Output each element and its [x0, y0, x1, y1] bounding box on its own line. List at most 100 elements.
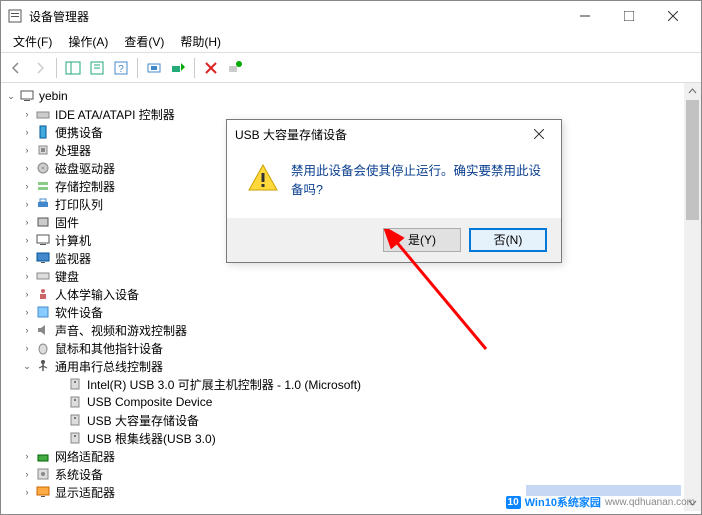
tree-item-label: 网络适配器: [55, 448, 115, 465]
tree-child-item[interactable]: USB 根集线器(USB 3.0): [3, 429, 682, 447]
tree-item[interactable]: › 键盘: [3, 267, 682, 285]
expand-icon[interactable]: ›: [21, 108, 33, 120]
properties-button[interactable]: [86, 57, 108, 79]
menu-view[interactable]: 查看(V): [116, 31, 172, 52]
tree-item-label: 计算机: [55, 232, 91, 249]
window-title: 设备管理器: [29, 8, 563, 25]
tree-root[interactable]: ⌄ yebin: [3, 87, 682, 105]
network-icon: [35, 448, 51, 464]
tree-item-label: USB 根集线器(USB 3.0): [87, 430, 216, 447]
print-icon: [35, 196, 51, 212]
scroll-up-button[interactable]: [684, 83, 701, 100]
computer-icon: [35, 232, 51, 248]
mouse-icon: [35, 340, 51, 356]
enable-button[interactable]: [224, 57, 246, 79]
expand-icon[interactable]: ›: [21, 126, 33, 138]
menu-file[interactable]: 文件(F): [5, 31, 60, 52]
tree-item-label: 软件设备: [55, 304, 103, 321]
show-hide-tree-button[interactable]: [62, 57, 84, 79]
scan-button[interactable]: [143, 57, 165, 79]
expand-icon[interactable]: ›: [21, 306, 33, 318]
tree-item-label: 打印队列: [55, 196, 103, 213]
tree-item-label: 显示适配器: [55, 484, 115, 501]
tree-item[interactable]: › 网络适配器: [3, 447, 682, 465]
usb-device-icon: [67, 394, 83, 410]
expand-icon[interactable]: ⌄: [21, 360, 33, 372]
close-button[interactable]: [651, 2, 695, 30]
no-button[interactable]: 否(N): [469, 228, 547, 252]
storage-icon: [35, 178, 51, 194]
maximize-button[interactable]: [607, 2, 651, 30]
tree-item-label: 存储控制器: [55, 178, 115, 195]
tree-item-label: 人体学输入设备: [55, 286, 139, 303]
expand-icon[interactable]: ›: [21, 450, 33, 462]
expand-icon[interactable]: ⌄: [5, 90, 17, 102]
tree-item-label: 固件: [55, 214, 79, 231]
tree-child-item[interactable]: USB 大容量存储设备: [3, 411, 682, 429]
cpu-icon: [35, 142, 51, 158]
watermark-url: www.qdhuanan.com: [605, 497, 695, 508]
window-titlebar: 设备管理器: [1, 1, 701, 31]
dialog-close-button[interactable]: [525, 122, 553, 146]
firmware-icon: [35, 214, 51, 230]
yes-button[interactable]: 是(Y): [383, 228, 461, 252]
keyboard-icon: [35, 268, 51, 284]
hid-icon: [35, 286, 51, 302]
menu-action[interactable]: 操作(A): [60, 31, 116, 52]
vertical-scrollbar[interactable]: [684, 83, 701, 511]
expand-icon[interactable]: ›: [21, 342, 33, 354]
tree-root-label: yebin: [39, 89, 68, 103]
tree-item-label: 鼠标和其他指针设备: [55, 340, 163, 357]
usb-device-icon: [67, 430, 83, 446]
usb-device-icon: [67, 376, 83, 392]
watermark: 10 Win10系统家园 www.qdhuanan.com: [506, 494, 695, 510]
app-icon: [7, 8, 23, 24]
menu-help[interactable]: 帮助(H): [172, 31, 229, 52]
tree-item-label: 系统设备: [55, 466, 103, 483]
expand-icon[interactable]: ›: [21, 252, 33, 264]
tree-item-label: 通用串行总线控制器: [55, 358, 163, 375]
help-button[interactable]: ?: [110, 57, 132, 79]
tree-item[interactable]: › 声音、视频和游戏控制器: [3, 321, 682, 339]
portable-icon: [35, 124, 51, 140]
ide-icon: [35, 106, 51, 122]
expand-icon[interactable]: ›: [21, 162, 33, 174]
tree-item-label: 便携设备: [55, 124, 103, 141]
tree-item[interactable]: › 系统设备: [3, 465, 682, 483]
dialog-title: USB 大容量存储设备: [235, 126, 525, 143]
add-button[interactable]: [167, 57, 189, 79]
tree-item[interactable]: › 软件设备: [3, 303, 682, 321]
display-icon: [35, 484, 51, 500]
tree-item-label: 声音、视频和游戏控制器: [55, 322, 187, 339]
menubar: 文件(F) 操作(A) 查看(V) 帮助(H): [1, 31, 701, 53]
expand-icon[interactable]: ›: [21, 468, 33, 480]
warning-icon: [247, 162, 279, 194]
tree-item-label: IDE ATA/ATAPI 控制器: [55, 106, 175, 123]
expand-icon[interactable]: ›: [21, 324, 33, 336]
uninstall-button[interactable]: [200, 57, 222, 79]
expand-icon[interactable]: ›: [21, 288, 33, 300]
expand-icon[interactable]: ›: [21, 144, 33, 156]
expand-icon[interactable]: ›: [21, 216, 33, 228]
tree-item-label: 键盘: [55, 268, 79, 285]
back-button[interactable]: [5, 57, 27, 79]
scrollbar-thumb[interactable]: [686, 100, 699, 220]
tree-child-item[interactable]: Intel(R) USB 3.0 可扩展主机控制器 - 1.0 (Microso…: [3, 375, 682, 393]
expand-icon[interactable]: ›: [21, 180, 33, 192]
minimize-button[interactable]: [563, 2, 607, 30]
tree-item[interactable]: › 人体学输入设备: [3, 285, 682, 303]
expand-icon[interactable]: ›: [21, 270, 33, 282]
expand-icon[interactable]: ›: [21, 198, 33, 210]
monitor-icon: [35, 250, 51, 266]
expand-icon[interactable]: ›: [21, 234, 33, 246]
tree-item[interactable]: ⌄ 通用串行总线控制器: [3, 357, 682, 375]
dialog-message: 禁用此设备会使其停止运行。确实要禁用此设备吗?: [291, 162, 541, 200]
svg-text:?: ?: [118, 64, 124, 75]
system-icon: [35, 466, 51, 482]
computer-icon: [19, 88, 35, 104]
tree-item[interactable]: › 鼠标和其他指针设备: [3, 339, 682, 357]
usb-device-icon: [67, 412, 83, 428]
expand-icon[interactable]: ›: [21, 486, 33, 498]
forward-button[interactable]: [29, 57, 51, 79]
tree-child-item[interactable]: USB Composite Device: [3, 393, 682, 411]
